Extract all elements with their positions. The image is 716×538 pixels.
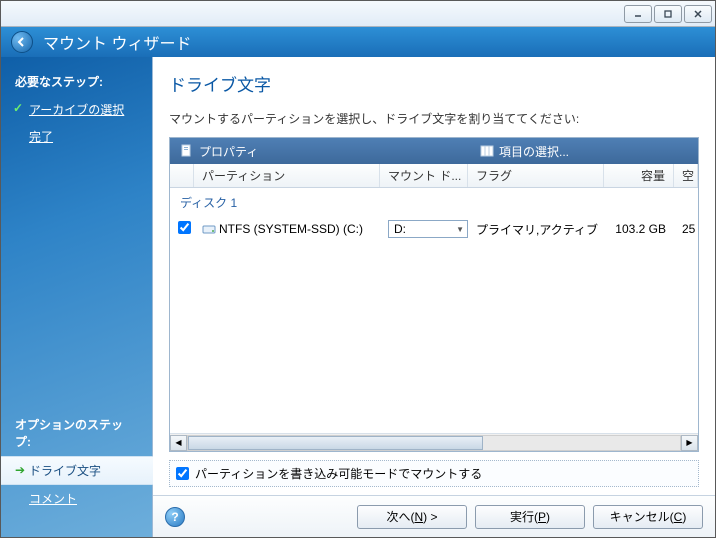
col-capacity[interactable]: 容量 [604, 164, 674, 187]
optional-steps-label: オプションのステップ: [1, 410, 152, 456]
titlebar [1, 1, 715, 27]
column-headers: パーティション マウント ド... フラグ 容量 空 [170, 164, 698, 188]
row-flags: プライマリ,アクティブ [468, 221, 604, 238]
maximize-button[interactable] [654, 5, 682, 23]
body: 必要なステップ: ✓ アーカイブの選択 完了 オプションのステップ: ➔ ドライ… [1, 57, 715, 537]
scroll-thumb[interactable] [188, 436, 483, 450]
row-checkbox[interactable] [178, 221, 191, 234]
row-free: 25 [674, 222, 698, 236]
horizontal-scrollbar[interactable]: ◀ ▶ [170, 433, 698, 451]
page-title: ドライブ文字 [169, 71, 699, 96]
col-mount[interactable]: マウント ド... [380, 164, 468, 187]
col-checkbox[interactable] [170, 164, 194, 187]
main-content: ドライブ文字 マウントするパーティションを選択し、ドライブ文字を割り当ててくださ… [153, 57, 715, 495]
list-toolbar: プロパティ 項目の選択... [170, 138, 698, 164]
sidebar-item-finish[interactable]: 完了 [1, 123, 152, 150]
scroll-right-arrow[interactable]: ▶ [681, 435, 698, 451]
check-icon: ✓ [13, 101, 23, 115]
page-description: マウントするパーティションを選択し、ドライブ文字を割り当ててください: [169, 110, 699, 127]
partition-list: プロパティ 項目の選択... パーティション マウント ド... フラグ 容量 [169, 137, 699, 452]
sidebar-item-archive-select[interactable]: ✓ アーカイブの選択 [1, 96, 152, 123]
wizard-window: マウント ウィザード 必要なステップ: ✓ アーカイブの選択 完了 オプションの… [0, 0, 716, 538]
sidebar: 必要なステップ: ✓ アーカイブの選択 完了 オプションのステップ: ➔ ドライ… [1, 57, 152, 537]
disk-label: ディスク 1 [170, 188, 698, 217]
columns-icon [480, 144, 494, 158]
sidebar-item-label: コメント [29, 492, 77, 506]
mount-dropdown[interactable]: D: ▼ [388, 220, 468, 238]
wizard-title: マウント ウィザード [43, 30, 191, 54]
back-button[interactable] [11, 31, 33, 53]
writable-option[interactable]: パーティションを書き込み可能モードでマウントする [169, 460, 699, 487]
drive-icon [202, 222, 216, 236]
sidebar-item-label: ドライブ文字 [29, 464, 101, 478]
writable-label: パーティションを書き込み可能モードでマウントする [195, 465, 482, 482]
required-steps-label: 必要なステップ: [1, 67, 152, 96]
sidebar-item-drive-letter[interactable]: ➔ ドライブ文字 [1, 456, 153, 485]
minimize-button[interactable] [624, 5, 652, 23]
execute-button[interactable]: 実行(P) [475, 505, 585, 529]
chevron-down-icon: ▼ [456, 225, 464, 234]
main: ドライブ文字 マウントするパーティションを選択し、ドライブ文字を割り当ててくださ… [152, 57, 715, 537]
rows-area: ディスク 1 NTFS (SYSTEM-SSD) (C:) D: ▼ [170, 188, 698, 433]
col-partition[interactable]: パーティション [194, 164, 380, 187]
select-columns-label: 項目の選択... [499, 143, 569, 160]
next-button[interactable]: 次へ(N) > [357, 505, 467, 529]
partition-row[interactable]: NTFS (SYSTEM-SSD) (C:) D: ▼ プライマリ,アクティブ … [170, 217, 698, 241]
row-capacity: 103.2 GB [604, 222, 674, 236]
properties-icon [180, 144, 194, 158]
footer: ? 次へ(N) > 実行(P) キャンセル(C) [153, 495, 715, 537]
scroll-left-arrow[interactable]: ◀ [170, 435, 187, 451]
select-columns-button[interactable]: 項目の選択... [470, 138, 579, 164]
writable-checkbox[interactable] [176, 467, 189, 480]
header: マウント ウィザード [1, 27, 715, 57]
sidebar-item-label: 完了 [29, 130, 53, 144]
cancel-button[interactable]: キャンセル(C) [593, 505, 703, 529]
sidebar-item-label: アーカイブの選択 [29, 103, 124, 117]
sidebar-item-comment[interactable]: コメント [1, 485, 152, 512]
arrow-icon: ➔ [15, 463, 25, 477]
help-icon[interactable]: ? [165, 507, 185, 527]
partition-name: NTFS (SYSTEM-SSD) (C:) [219, 222, 363, 236]
properties-button[interactable]: プロパティ [170, 138, 470, 164]
mount-value: D: [394, 222, 406, 236]
col-flags[interactable]: フラグ [468, 164, 604, 187]
scroll-track[interactable] [187, 435, 681, 451]
col-free[interactable]: 空 [674, 164, 698, 187]
close-button[interactable] [684, 5, 712, 23]
properties-label: プロパティ [199, 143, 258, 160]
